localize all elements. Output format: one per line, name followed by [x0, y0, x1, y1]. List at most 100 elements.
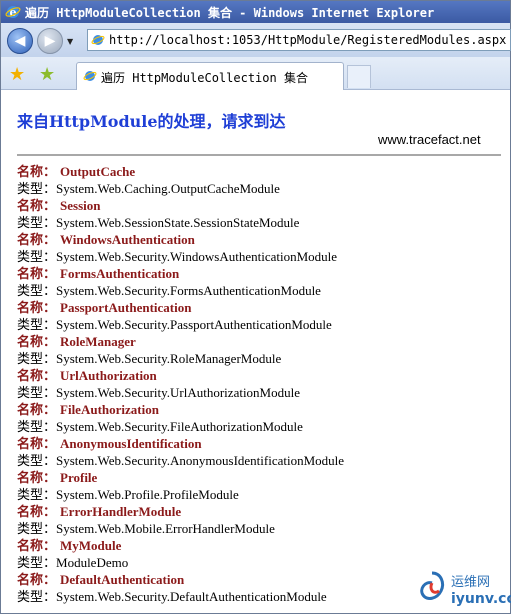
- module-type: System.Web.Security.FormsAuthenticationM…: [56, 283, 321, 298]
- module-type: System.Web.Security.WindowsAuthenticatio…: [56, 249, 338, 264]
- type-label: 类型：: [17, 487, 57, 502]
- name-label: 名称：: [17, 402, 57, 417]
- module-type: System.Web.Profile.ProfileModule: [56, 487, 239, 502]
- module-name-row: 名称： AnonymousIdentification: [17, 435, 497, 452]
- module-type: System.Web.Security.PassportAuthenticati…: [56, 317, 332, 332]
- name-label: 名称：: [17, 470, 57, 485]
- type-label: 类型：: [17, 521, 57, 536]
- name-label: 名称：: [17, 436, 57, 451]
- module-name: FileAuthorization: [60, 402, 159, 417]
- watermark-bottom: iyunv.com: [451, 591, 511, 607]
- name-label: 名称：: [17, 232, 57, 247]
- type-label: 类型：: [17, 317, 57, 332]
- module-name: AnonymousIdentification: [60, 436, 202, 451]
- name-label: 名称：: [17, 300, 57, 315]
- module-name: RoleManager: [60, 334, 136, 349]
- module-name-row: 名称： OutputCache: [17, 163, 497, 180]
- module-name-row: 名称： FileAuthorization: [17, 401, 497, 418]
- module-type: System.Web.Mobile.ErrorHandlerModule: [56, 521, 275, 536]
- history-dropdown-icon[interactable]: ▼: [67, 37, 73, 46]
- name-label: 名称：: [17, 504, 57, 519]
- address-toolbar: ◀ ▶ ▼ http://localhost:1053/HttpModule/R…: [1, 23, 511, 57]
- module-name: OutputCache: [60, 164, 136, 179]
- module-type-row: 类型：System.Web.Security.RoleManagerModule: [17, 350, 497, 367]
- site-name: www.tracefact.net: [378, 132, 481, 147]
- module-type-row: 类型：System.Web.Security.UrlAuthorizationM…: [17, 384, 497, 401]
- page-heading: 来自HttpModule的处理，请求到达: [17, 112, 286, 131]
- back-arrow-icon[interactable]: ◀: [7, 28, 33, 54]
- module-type-row: 类型：System.Web.Mobile.ErrorHandlerModule: [17, 520, 497, 537]
- type-label: 类型：: [17, 283, 57, 298]
- type-label: 类型：: [17, 385, 57, 400]
- tab-bar: ★ ★ 遍历 HttpModuleCollection 集合: [1, 57, 510, 90]
- type-label: 类型：: [17, 351, 57, 366]
- module-name: ErrorHandlerModule: [60, 504, 182, 519]
- name-label: 名称：: [17, 334, 57, 349]
- module-type: System.Web.Security.AnonymousIdentificat…: [56, 453, 345, 468]
- module-type: System.Web.Security.UrlAuthorizationModu…: [56, 385, 301, 400]
- module-name: FormsAuthentication: [60, 266, 180, 281]
- type-label: 类型：: [17, 249, 57, 264]
- watermark-logo: 运维网 iyunv.com: [415, 567, 511, 613]
- module-name: DefaultAuthentication: [60, 572, 185, 587]
- module-name: Profile: [60, 470, 98, 485]
- module-name-row: 名称： MyModule: [17, 537, 497, 554]
- module-name-row: 名称： UrlAuthorization: [17, 367, 497, 384]
- module-type-row: 类型：System.Web.Security.FormsAuthenticati…: [17, 282, 497, 299]
- ie-icon: e: [5, 6, 21, 19]
- module-name-row: 名称： PassportAuthentication: [17, 299, 497, 316]
- name-label: 名称：: [17, 164, 57, 179]
- module-name-row: 名称： Session: [17, 197, 497, 214]
- type-label: 类型：: [17, 589, 57, 604]
- module-name: Session: [60, 198, 101, 213]
- module-name-row: 名称： RoleManager: [17, 333, 497, 350]
- module-type-row: 类型：System.Web.Security.AnonymousIdentifi…: [17, 452, 497, 469]
- module-name: UrlAuthorization: [60, 368, 157, 383]
- watermark-icon: [420, 571, 445, 600]
- module-type-row: 类型：System.Web.Profile.ProfileModule: [17, 486, 497, 503]
- star-icon[interactable]: ★: [9, 64, 25, 85]
- forward-arrow-icon[interactable]: ▶: [37, 28, 63, 54]
- module-type-row: 类型：System.Web.Security.FileAuthorization…: [17, 418, 497, 435]
- divider: [17, 154, 501, 156]
- type-label: 类型：: [17, 555, 57, 570]
- add-star-icon[interactable]: ★: [39, 64, 55, 85]
- name-label: 名称：: [17, 266, 57, 281]
- module-type-row: 类型：System.Web.Security.PassportAuthentic…: [17, 316, 497, 333]
- module-name-row: 名称： Profile: [17, 469, 497, 486]
- module-name-row: 名称： ErrorHandlerModule: [17, 503, 497, 520]
- module-type: System.Web.Security.FileAuthorizationMod…: [56, 419, 303, 434]
- type-label: 类型：: [17, 419, 57, 434]
- name-label: 名称：: [17, 538, 57, 553]
- window-title: 遍历 HttpModuleCollection 集合 - Windows Int…: [25, 6, 435, 20]
- module-name: PassportAuthentication: [60, 300, 192, 315]
- module-name-row: 名称： WindowsAuthentication: [17, 231, 497, 248]
- module-name-row: 名称： FormsAuthentication: [17, 265, 497, 282]
- browser-window: e 遍历 HttpModuleCollection 集合 - Windows I…: [0, 0, 511, 614]
- module-type: System.Web.Caching.OutputCacheModule: [56, 181, 280, 196]
- module-type: System.Web.Security.RoleManagerModule: [56, 351, 282, 366]
- title-bar: e 遍历 HttpModuleCollection 集合 - Windows I…: [1, 1, 510, 23]
- type-label: 类型：: [17, 453, 57, 468]
- tab-label: 遍历 HttpModuleCollection 集合: [101, 71, 308, 85]
- tab-page-icon: [83, 71, 97, 81]
- module-list: 名称： OutputCache 类型：System.Web.Caching.Outp…: [17, 163, 497, 605]
- module-name: WindowsAuthentication: [60, 232, 195, 247]
- tab-current[interactable]: 遍历 HttpModuleCollection 集合: [76, 62, 344, 90]
- module-type: ModuleDemo: [56, 555, 129, 570]
- name-label: 名称：: [17, 368, 57, 383]
- type-label: 类型：: [17, 181, 57, 196]
- module-type: System.Web.Security.DefaultAuthenticatio…: [56, 589, 327, 604]
- module-type-row: 类型：System.Web.SessionState.SessionStateM…: [17, 214, 497, 231]
- page-content: 来自HttpModule的处理，请求到达 www.tracefact.net 名…: [1, 90, 510, 613]
- module-type: System.Web.SessionState.SessionStateModu…: [56, 215, 300, 230]
- page-icon: [91, 35, 105, 45]
- name-label: 名称：: [17, 572, 57, 587]
- address-input[interactable]: http://localhost:1053/HttpModule/Registe…: [87, 29, 511, 51]
- module-type-row: 类型：System.Web.Caching.OutputCacheModule: [17, 180, 497, 197]
- new-tab-button[interactable]: [347, 65, 371, 88]
- name-label: 名称：: [17, 198, 57, 213]
- module-type-row: 类型：System.Web.Security.WindowsAuthentica…: [17, 248, 497, 265]
- address-url: http://localhost:1053/HttpModule/Registe…: [109, 33, 507, 47]
- module-name: MyModule: [60, 538, 122, 553]
